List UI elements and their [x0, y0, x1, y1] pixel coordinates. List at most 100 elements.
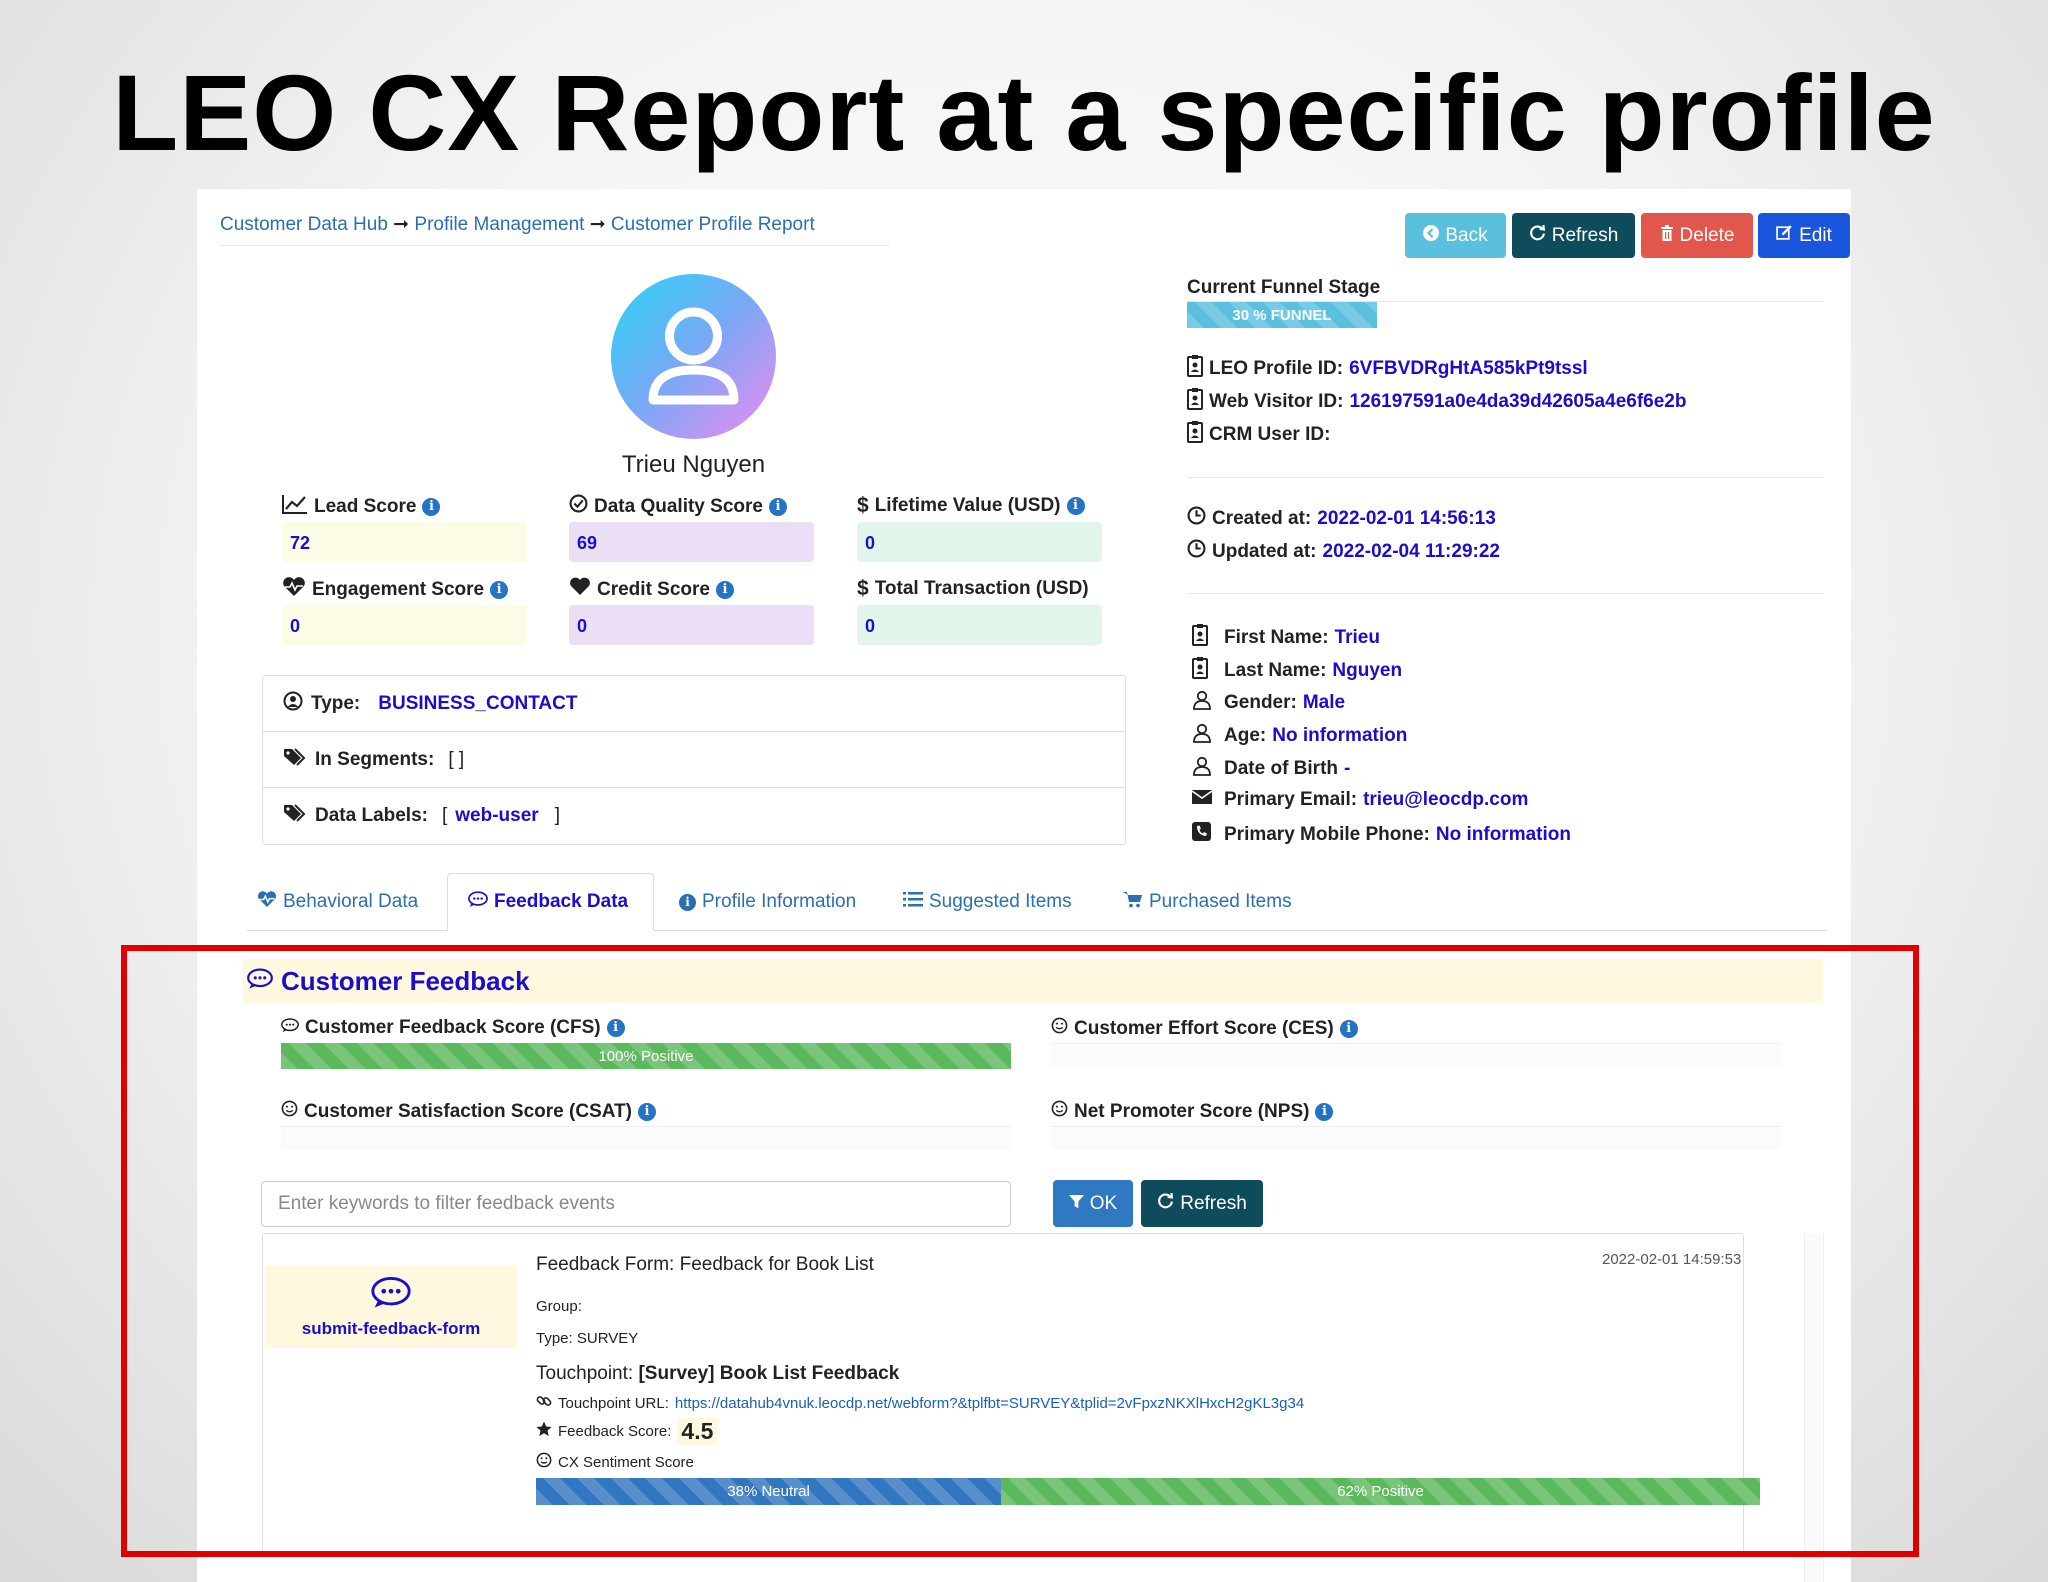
breadcrumb-customer-profile-report[interactable]: Customer Profile Report	[611, 214, 815, 235]
data-label-tag[interactable]: web-user	[455, 805, 538, 827]
info-icon[interactable]: i	[768, 497, 787, 516]
credit-score-label-text: Credit Score	[597, 578, 710, 600]
back-button-label: Back	[1445, 224, 1488, 246]
updated-at-label: Updated at:	[1212, 540, 1317, 562]
slide-title: LEO CX Report at a specific profile	[112, 52, 1936, 173]
user-outline-icon	[1192, 723, 1212, 749]
created-at-label: Created at:	[1212, 507, 1312, 529]
tab-feedback-data-label: Feedback Data	[494, 891, 629, 912]
tab-feedback-data[interactable]: Feedback Data	[447, 873, 654, 931]
check-circle-icon	[569, 494, 588, 519]
gender: Gender: Male	[1192, 690, 1345, 716]
profile-attributes: Type: BUSINESS_CONTACT In Segments: [ ] …	[262, 675, 1126, 845]
info-icon[interactable]: i	[422, 498, 441, 516]
total-transaction-value: 0	[857, 605, 1102, 645]
tab-suggested-items[interactable]: Suggested Items	[903, 873, 1072, 931]
crm-user-id-label: CRM User ID:	[1209, 424, 1331, 445]
gender-label: Gender:	[1224, 692, 1297, 713]
tab-suggested-items-label: Suggested Items	[929, 891, 1072, 912]
tags-icon	[283, 747, 307, 773]
clock-icon	[1187, 506, 1206, 531]
primary-mobile-phone-value: No information	[1435, 823, 1571, 845]
type-value: BUSINESS_CONTACT	[378, 692, 578, 714]
info-icon[interactable]: i	[1066, 497, 1085, 515]
segments-value: [ ]	[448, 748, 465, 770]
highlight-frame	[121, 945, 1919, 1557]
data-labels-label: Data Labels:	[315, 805, 428, 826]
created-at-value: 2022-02-01 14:56:13	[1317, 507, 1496, 529]
user-avatar-icon	[648, 307, 739, 405]
engagement-score-value: 0	[282, 605, 527, 645]
breadcrumb-arrow: ➞	[387, 214, 415, 235]
primary-mobile-phone-label: Primary Mobile Phone:	[1224, 823, 1430, 845]
lead-score-label-text: Lead Score	[314, 496, 417, 517]
back-circle-icon	[1423, 224, 1440, 247]
primary-mobile-phone: Primary Mobile Phone: No information	[1192, 822, 1571, 847]
refresh-button-label: Refresh	[1551, 224, 1619, 246]
tab-behavioral-data[interactable]: Behavioral Data	[257, 873, 418, 931]
funnel-progress-bar: 30 % FUNNEL	[1187, 302, 1377, 328]
segments-row: In Segments: [ ]	[263, 732, 1125, 788]
breadcrumb-divider	[220, 245, 890, 246]
updated-at-value: 2022-02-04 11:29:22	[1322, 540, 1500, 562]
divider	[1187, 477, 1823, 478]
breadcrumb-customer-data-hub[interactable]: Customer Data Hub	[220, 214, 388, 235]
tab-purchased-items[interactable]: Purchased Items	[1123, 873, 1292, 931]
breadcrumb-profile-management[interactable]: Profile Management	[414, 214, 584, 235]
id-badge-icon	[1187, 355, 1203, 383]
profile-name: Trieu Nguyen	[621, 451, 766, 478]
back-button[interactable]: Back	[1405, 213, 1506, 258]
data-labels-row: Data Labels: [ web-user ]	[263, 788, 1125, 844]
line-chart-icon	[282, 494, 308, 520]
last-name-label: Last Name:	[1224, 660, 1327, 681]
user-outline-icon	[1192, 690, 1212, 716]
profile-tabs: Behavioral Data Feedback Data i Profile …	[247, 873, 1827, 931]
info-icon[interactable]: i	[490, 581, 509, 599]
leo-profile-id: LEO Profile ID: 6VFBVDRgHtA585kPt9tssl	[1187, 355, 1588, 383]
first-name-value: Trieu	[1334, 627, 1380, 648]
delete-button[interactable]: Delete	[1641, 213, 1753, 258]
comment-dots-icon	[468, 890, 488, 914]
refresh-button[interactable]: Refresh	[1512, 213, 1635, 258]
shopping-cart-icon	[1123, 891, 1143, 914]
funnel-progress-label: 30 % FUNNEL	[1232, 306, 1332, 324]
web-visitor-id-label: Web Visitor ID:	[1209, 391, 1344, 412]
edit-button[interactable]: Edit	[1758, 213, 1850, 258]
first-name: First Name: Trieu	[1192, 624, 1380, 652]
segments-label: In Segments:	[315, 748, 435, 770]
heart-icon	[569, 577, 591, 602]
total-transaction-label-text: Total Transaction (USD)	[874, 578, 1089, 599]
date-of-birth-label: Date of Birth	[1224, 758, 1338, 779]
last-name-value: Nguyen	[1332, 660, 1403, 681]
edit-icon	[1776, 224, 1793, 247]
info-icon[interactable]: i	[715, 580, 734, 599]
envelope-icon	[1191, 789, 1213, 811]
primary-email-label: Primary Email:	[1224, 789, 1358, 810]
type-row: Type: BUSINESS_CONTACT	[263, 676, 1125, 732]
edit-button-label: Edit	[1799, 224, 1832, 246]
dollar-icon: $	[857, 577, 869, 600]
total-transaction-label: $ Total Transaction (USD)	[857, 577, 1089, 601]
age-value: No information	[1272, 725, 1408, 746]
updated-at: Updated at: 2022-02-04 11:29:22	[1187, 539, 1500, 564]
heartbeat-icon	[257, 890, 277, 914]
data-quality-score-value: 69	[569, 522, 814, 562]
leo-profile-id-value: 6VFBVDRgHtA585kPt9tssl	[1349, 358, 1588, 379]
refresh-icon	[1529, 224, 1546, 247]
delete-button-label: Delete	[1679, 224, 1735, 246]
lead-score-value: 72	[282, 522, 527, 562]
list-icon	[903, 891, 923, 914]
id-badge-icon	[1187, 388, 1203, 416]
age-label: Age:	[1224, 725, 1267, 746]
data-quality-score-label: Data Quality Score i	[569, 494, 787, 519]
user-outline-icon	[1192, 756, 1212, 782]
lifetime-value-label-text: Lifetime Value (USD)	[874, 495, 1061, 516]
lifetime-value-label: $ Lifetime Value (USD) i	[857, 494, 1085, 518]
primary-email: Primary Email: trieu@leocdp.com	[1191, 789, 1528, 811]
heartbeat-icon	[282, 577, 306, 603]
web-visitor-id-value: 126197591a0e4da39d42605a4e6f6e2b	[1349, 391, 1687, 412]
funnel-stage-label: Current Funnel Stage	[1187, 277, 1381, 298]
tab-profile-information[interactable]: i Profile Information	[679, 873, 856, 931]
gender-value: Male	[1302, 692, 1346, 713]
breadcrumb: Customer Data Hub ➞ Profile Management ➞…	[220, 213, 815, 236]
